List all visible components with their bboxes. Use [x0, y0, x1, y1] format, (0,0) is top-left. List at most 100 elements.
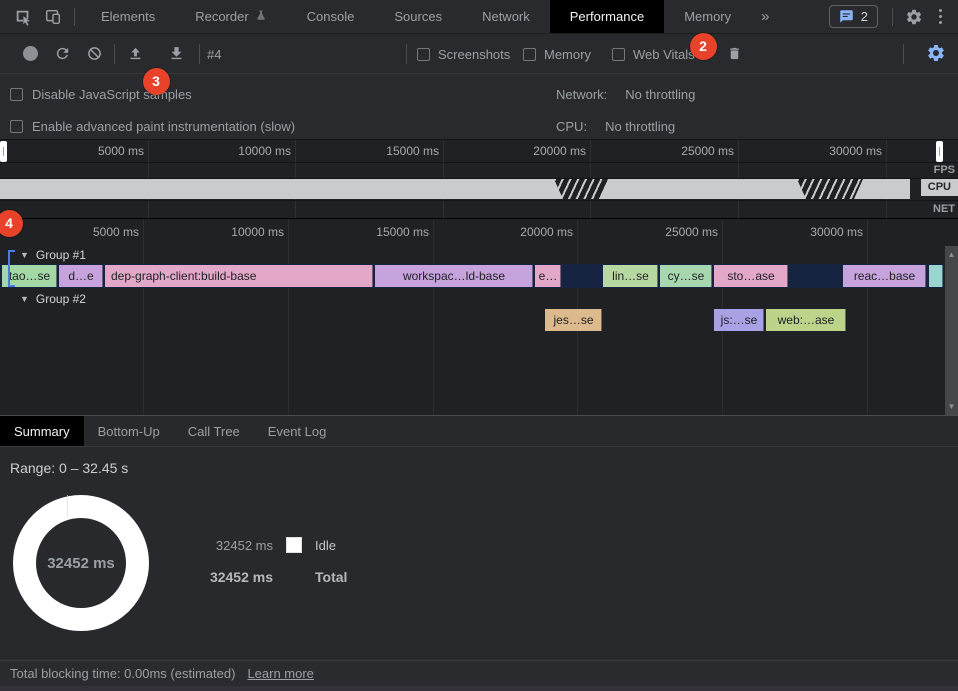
checkbox-label: Memory — [544, 47, 591, 62]
tab-recorder[interactable]: Recorder — [175, 0, 286, 33]
tab-console[interactable]: Console — [287, 0, 375, 33]
reload-and-record-icon[interactable] — [54, 45, 71, 62]
checkbox-web-vitals[interactable]: Web Vitals — [612, 34, 695, 74]
profile-history-select[interactable]: #4 — [207, 34, 399, 74]
network-value: No throttling — [625, 87, 695, 102]
details-tab-call-tree[interactable]: Call Tree — [174, 416, 254, 446]
annotation-badge-4: 4 — [0, 210, 23, 237]
legend-row: 32452 ms Total — [178, 569, 347, 585]
checkbox-icon — [10, 120, 23, 133]
flame-tick-label: 15000 ms — [319, 225, 429, 239]
scroll-up-icon[interactable]: ▲ — [945, 250, 958, 259]
overview-left-handle[interactable] — [0, 141, 7, 162]
feedback-bubble-icon — [839, 9, 854, 24]
legend-value: 32452 ms — [178, 538, 273, 553]
tab-elements[interactable]: Elements — [81, 0, 175, 33]
divider — [0, 162, 958, 163]
flame-gridline — [143, 219, 144, 415]
selected-group-bracket — [8, 250, 15, 287]
track-group-header[interactable]: ▼Group #1 — [20, 247, 86, 263]
overview-right-handle[interactable] — [936, 141, 943, 162]
flame-gridline — [867, 219, 868, 415]
learn-more-link[interactable]: Learn more — [247, 666, 313, 681]
tab-memory[interactable]: Memory — [664, 0, 751, 33]
flame-event-bar[interactable]: sto…ase — [714, 265, 788, 287]
track-group-header[interactable]: ▼Group #2 — [20, 291, 86, 307]
cpu-throttling-select[interactable]: CPU: No throttling — [556, 112, 683, 140]
flame-event-bar[interactable]: reac…base — [843, 265, 926, 287]
flame-event-bar[interactable]: workspac…ld-base — [375, 265, 533, 287]
tab-sources[interactable]: Sources — [374, 0, 462, 33]
devtools-tabbar: ElementsRecorder Console Sources NetworkPer… — [0, 0, 958, 34]
record-button[interactable] — [23, 46, 38, 61]
checkbox-memory[interactable]: Memory — [523, 34, 591, 74]
device-toolbar-icon[interactable] — [38, 0, 68, 33]
details-tab-event-log[interactable]: Event Log — [254, 416, 341, 446]
checkbox-icon — [417, 48, 430, 61]
legend-value: 32452 ms — [178, 569, 273, 585]
network-label: Network: — [556, 87, 607, 102]
separator — [406, 44, 407, 64]
tab-performance[interactable]: Performance — [550, 0, 664, 33]
more-tabs-button[interactable]: » — [751, 0, 779, 33]
separator — [903, 44, 904, 64]
flame-tick-label: 30000 ms — [753, 225, 863, 239]
fps-track-label: FPS — [934, 164, 955, 176]
vertical-scrollbar[interactable]: ▲ ▼ — [945, 246, 958, 415]
save-profile-icon[interactable] — [168, 45, 185, 62]
track-group-label: Group #2 — [36, 292, 86, 306]
flame-event-bar[interactable]: cy…se — [660, 265, 712, 287]
trash-icon[interactable] — [727, 45, 742, 62]
flame-event-bar[interactable]: jes…se — [545, 309, 602, 331]
advanced-paint-checkbox[interactable]: Enable advanced paint instrumentation (s… — [10, 112, 295, 140]
tab-label: Memory — [684, 9, 731, 24]
tab-label: Sources — [394, 9, 442, 24]
checkbox-label: Web Vitals — [633, 47, 695, 62]
statusbar: Total blocking time: 0.00ms (estimated) … — [0, 660, 958, 686]
flame-gridline — [433, 219, 434, 415]
overview-tick-label: 15000 ms — [329, 144, 439, 158]
legend-label: Idle — [315, 538, 336, 553]
devtools-window: ElementsRecorder Console Sources NetworkPer… — [0, 0, 958, 691]
legend-row: 32452 ms Idle — [178, 537, 336, 553]
flame-event-bar[interactable] — [929, 265, 943, 287]
checkbox-screenshots[interactable]: Screenshots — [417, 34, 510, 74]
summary-pane: Range: 0 – 32.45 s 32452 ms 32452 msIdle… — [0, 447, 958, 660]
network-throttling-select[interactable]: Network: No throttling — [556, 80, 719, 108]
flame-tick-label: 20000 ms — [463, 225, 573, 239]
tab-label: Console — [307, 9, 355, 24]
checkbox-icon — [10, 88, 23, 101]
details-tab-bottom-up[interactable]: Bottom-Up — [84, 416, 174, 446]
more-options-icon[interactable] — [929, 9, 952, 24]
selected-profile-label: #4 — [207, 47, 221, 62]
flame-tick-label: 25000 ms — [608, 225, 718, 239]
overview-tick-label: 30000 ms — [772, 144, 882, 158]
tabbar-right-controls: 2 — [829, 0, 958, 33]
inspect-element-icon[interactable] — [8, 0, 38, 33]
details-tab-summary[interactable]: Summary — [0, 416, 84, 446]
cpu-label: CPU: — [556, 119, 587, 134]
tab-network[interactable]: Network — [462, 0, 550, 33]
feedback-button[interactable]: 2 — [829, 5, 878, 28]
load-profile-icon[interactable] — [127, 45, 144, 62]
flame-event-bar[interactable]: d…e — [59, 265, 103, 287]
details-tabbar: SummaryBottom-UpCall TreeEvent Log — [0, 415, 958, 447]
capture-settings-gear-icon[interactable] — [926, 43, 946, 63]
divider — [0, 200, 958, 201]
overview-tick-label: 10000 ms — [181, 144, 291, 158]
feedback-count: 2 — [861, 9, 868, 24]
settings-gear-icon[interactable] — [899, 0, 929, 33]
overview-tick-label: 25000 ms — [624, 144, 734, 158]
legend-label: Total — [315, 569, 347, 585]
flame-event-bar[interactable]: web:…ase — [766, 309, 846, 331]
flame-chart[interactable]: 5000 ms10000 ms15000 ms20000 ms25000 ms3… — [0, 219, 958, 415]
cpu-idle-hatch — [554, 179, 609, 199]
timeline-overview[interactable]: 5000 ms10000 ms15000 ms20000 ms25000 ms3… — [0, 140, 958, 219]
flame-event-bar[interactable]: e… — [535, 265, 561, 287]
flame-event-bar[interactable]: js:…se — [714, 309, 764, 331]
scroll-down-icon[interactable]: ▼ — [945, 402, 958, 411]
flame-event-bar[interactable]: dep-graph-client:build-base — [105, 265, 373, 287]
clear-icon[interactable] — [87, 46, 102, 61]
flame-event-bar[interactable]: lin…se — [603, 265, 658, 287]
performance-toolbar: #4 Screenshots Memory Web Vitals — [0, 34, 958, 74]
